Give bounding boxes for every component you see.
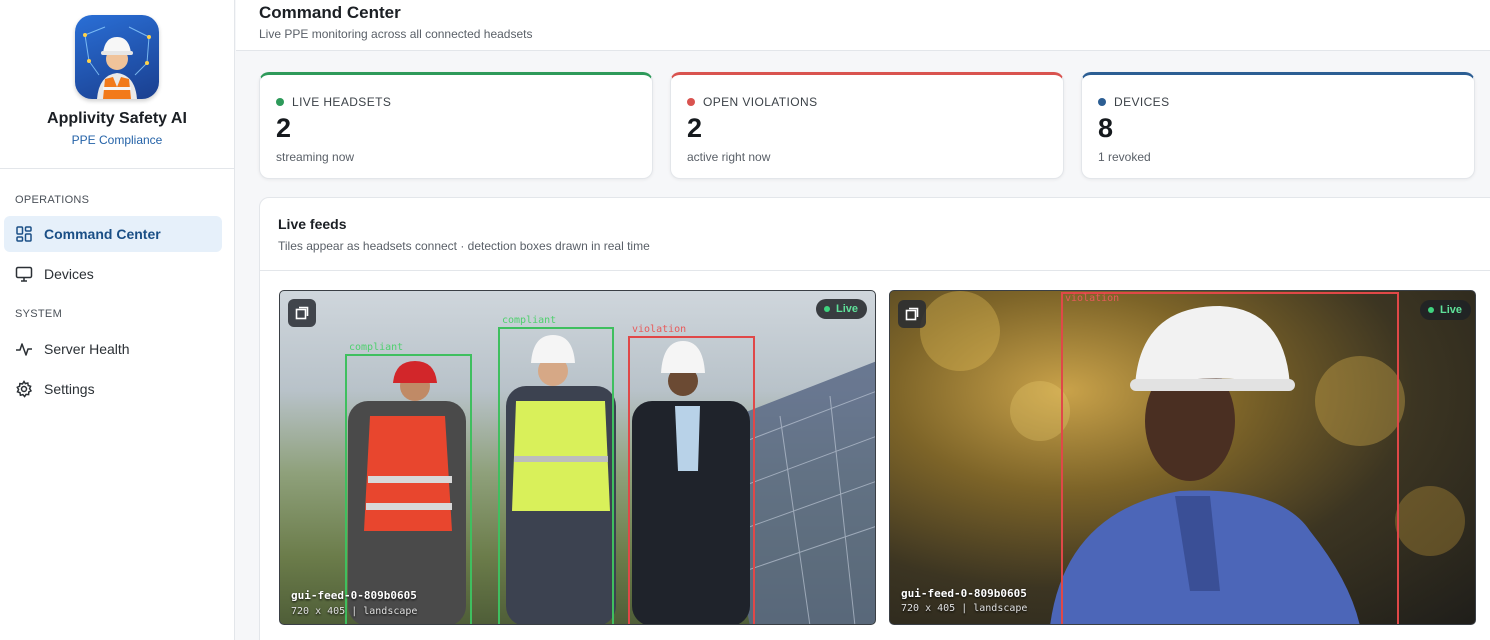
feed-id: gui-feed-0-809b0605	[901, 587, 1027, 600]
sidebar: Applivity Safety AI PPE Compliance OPERA…	[0, 0, 235, 640]
stat-value: 8	[1098, 113, 1114, 143]
stat-value: 2	[687, 113, 703, 143]
stat-label: DEVICES	[1114, 95, 1170, 109]
stat-note: streaming now	[276, 150, 355, 164]
live-status-text: Live	[835, 303, 858, 315]
detection-label: violation	[1065, 293, 1120, 304]
detection-label: compliant	[349, 342, 404, 353]
sidebar-item-label: Server Health	[44, 341, 130, 357]
nav-section-operations: OPERATIONS	[15, 194, 90, 206]
stat-card-live-headsets: LIVE HEADSETS 2 streaming now	[259, 72, 653, 179]
live-status-badge: Live	[1419, 300, 1471, 320]
status-dot	[276, 98, 284, 106]
activity-pulse-icon	[16, 343, 32, 356]
video-feed-tile[interactable]: violation Live gui-feed-0-809b0605 720 x…	[889, 290, 1476, 625]
detection-label: violation	[632, 324, 687, 335]
page-subtitle: Live PPE monitoring across all connected…	[259, 27, 533, 41]
sidebar-item-command-center[interactable]: Command Center	[4, 216, 222, 252]
monitor-icon	[15, 266, 33, 282]
page-header: Command Center Live PPE monitoring acros…	[236, 0, 1490, 51]
expand-icon	[905, 307, 919, 321]
gear-icon	[16, 380, 33, 398]
detection-label: compliant	[502, 315, 557, 326]
brand-subtitle: PPE Compliance	[71, 133, 163, 147]
dashboard-grid-icon	[16, 226, 32, 242]
expand-feed-button[interactable]	[898, 300, 926, 328]
video-feed-tile[interactable]: compliant compliant violation Live gui-f…	[279, 290, 876, 625]
panel-subtitle: Tiles appear as headsets connect · detec…	[278, 239, 650, 253]
worker-logo-icon	[83, 26, 151, 99]
sidebar-item-label: Settings	[44, 381, 95, 397]
brand-name: Applivity Safety AI	[47, 110, 187, 127]
detection-box-violation: violation	[628, 324, 755, 624]
panel-header: Live feeds Tiles appear as headsets conn…	[260, 198, 1490, 271]
live-status-text: Live	[1439, 304, 1462, 316]
detection-box-compliant: compliant	[498, 315, 614, 624]
feed-id: gui-feed-0-809b0605	[291, 589, 417, 602]
live-dot-icon	[1427, 307, 1434, 313]
status-dot	[687, 98, 695, 106]
app-logo	[75, 15, 159, 99]
stat-note: 1 revoked	[1098, 150, 1151, 164]
detection-box-compliant: compliant	[345, 342, 472, 624]
panel-title: Live feeds	[278, 216, 347, 232]
feed-meta: 720 x 405 | landscape	[291, 606, 418, 617]
status-dot	[1098, 98, 1106, 106]
live-status-badge: Live	[815, 299, 867, 319]
brand-block: Applivity Safety AI PPE Compliance	[0, 0, 234, 169]
stat-value: 2	[276, 113, 292, 143]
stat-card-open-violations: OPEN VIOLATIONS 2 active right now	[670, 72, 1064, 179]
nav-section-system: SYSTEM	[15, 308, 63, 320]
feed-meta: 720 x 405 | landscape	[901, 603, 1028, 614]
sidebar-item-label: Devices	[44, 266, 94, 282]
sidebar-item-devices[interactable]: Devices	[4, 256, 222, 292]
sidebar-item-label: Command Center	[44, 226, 161, 242]
page-title: Command Center	[259, 3, 401, 22]
expand-feed-button[interactable]	[288, 299, 316, 327]
stat-note: active right now	[687, 150, 771, 164]
sidebar-item-server-health[interactable]: Server Health	[4, 331, 222, 367]
stat-label: LIVE HEADSETS	[292, 95, 392, 109]
detection-box-violation: violation	[1061, 292, 1399, 624]
stat-label: OPEN VIOLATIONS	[703, 95, 818, 109]
sidebar-item-settings[interactable]: Settings	[4, 371, 222, 407]
stat-card-devices: DEVICES 8 1 revoked	[1081, 72, 1475, 179]
live-dot-icon	[823, 306, 830, 312]
expand-icon	[295, 306, 309, 320]
